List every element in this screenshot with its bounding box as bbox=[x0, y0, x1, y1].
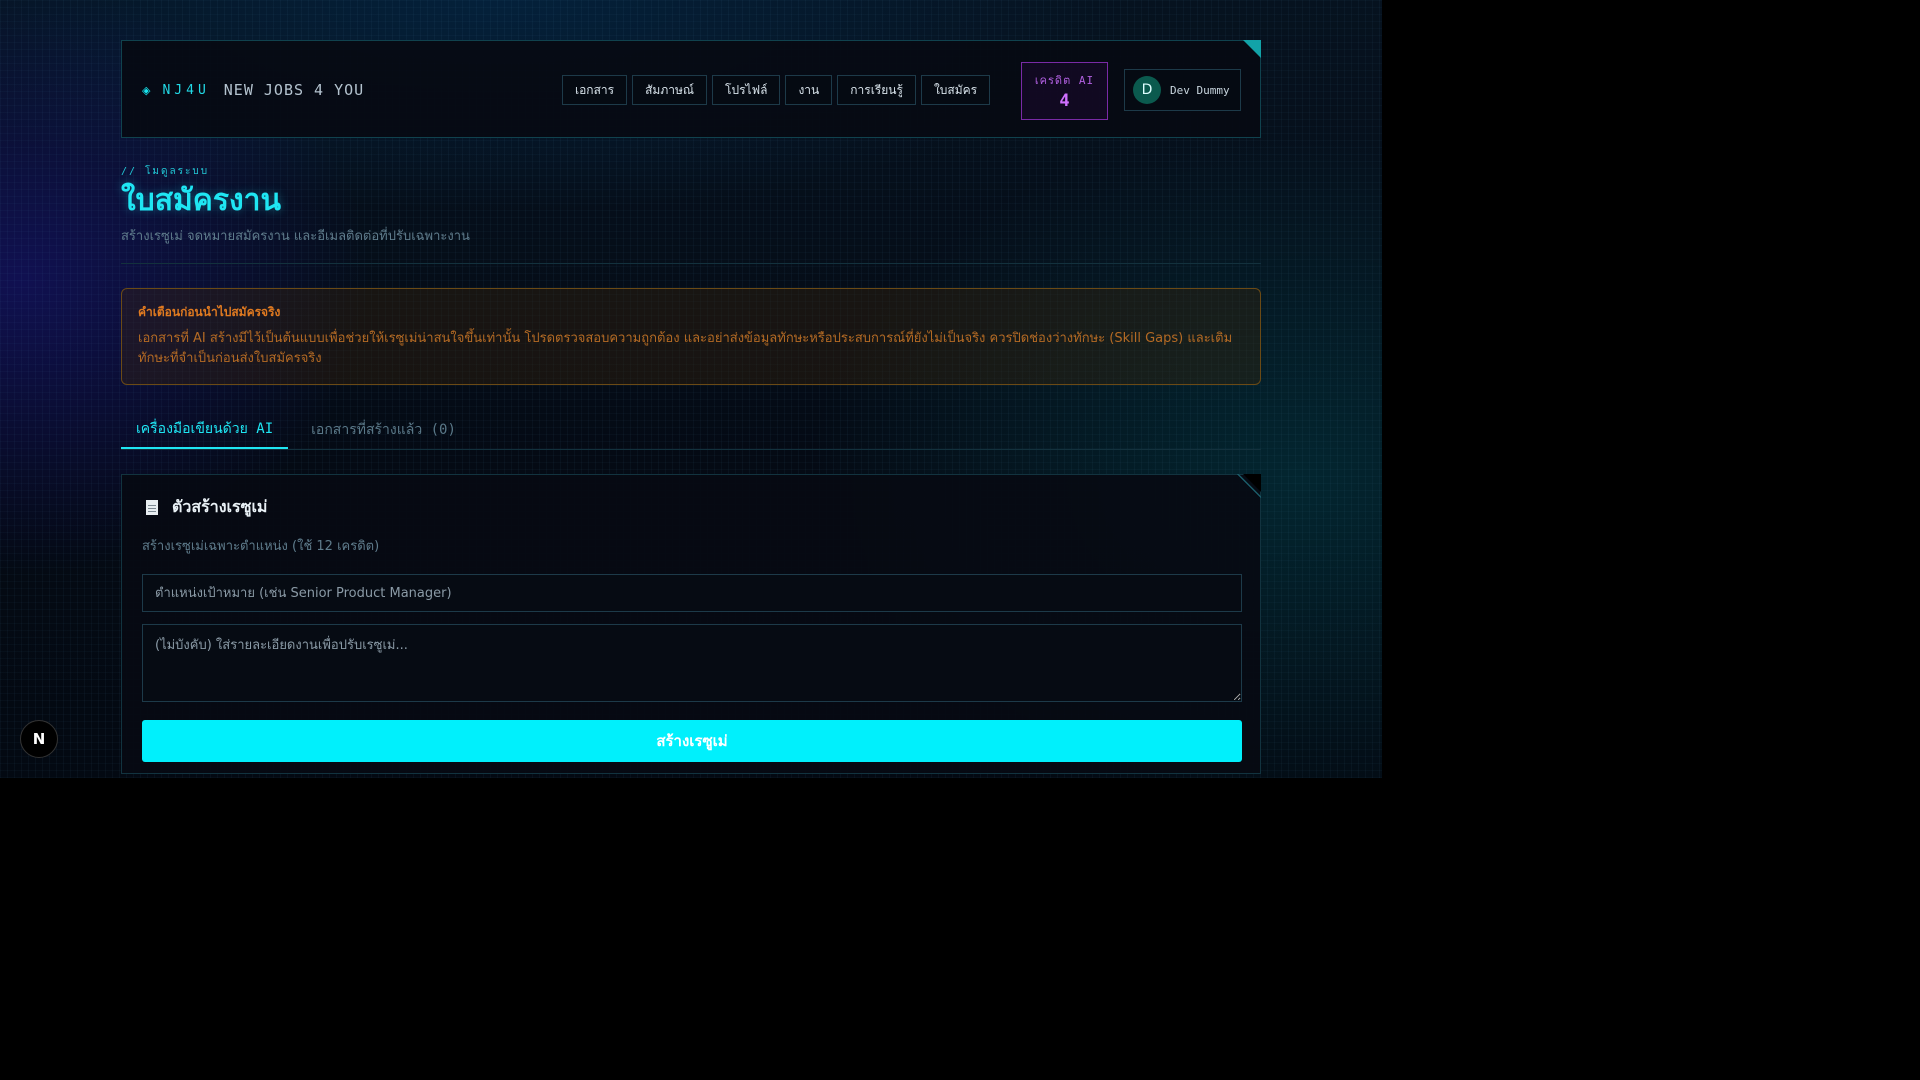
document-icon bbox=[146, 499, 158, 515]
nav-item-profile[interactable]: โปรไฟล์ bbox=[712, 75, 781, 105]
card-corner-line bbox=[1237, 474, 1261, 498]
warning-banner: คำเตือนก่อนนำไปสมัครจริง เอกสารที่ AI สร… bbox=[121, 288, 1261, 385]
tab-generated-documents[interactable]: เอกสารที่สร้างแล้ว (0) bbox=[296, 411, 471, 449]
warning-title: คำเตือนก่อนนำไปสมัครจริง bbox=[138, 305, 281, 319]
brand-logo[interactable]: ◈ NJ4U NEW JOBS 4 YOU bbox=[142, 41, 364, 139]
brand-name: NEW JOBS 4 YOU bbox=[223, 81, 365, 99]
nav-item-jobs[interactable]: งาน bbox=[785, 75, 833, 105]
page-eyebrow: // โมดูลระบบ bbox=[121, 166, 210, 177]
card-title: ตัวสร้างเรซูเม่ bbox=[172, 496, 268, 516]
tab-bar: เครื่องมือเขียนด้วย AI เอกสารที่สร้างแล้… bbox=[121, 411, 1261, 450]
credits-label: เครดิต AI bbox=[1034, 74, 1095, 87]
n-logo-icon[interactable]: N bbox=[20, 720, 58, 758]
main-nav: เอกสาร สัมภาษณ์ โปรไฟล์ งาน การเรียนรู้ … bbox=[562, 75, 991, 105]
user-name: Dev Dummy bbox=[1170, 83, 1230, 97]
resume-builder-card: ตัวสร้างเรซูเม่ สร้างเรซูเม่เฉพาะตำแหน่ง… bbox=[121, 474, 1261, 774]
page-subtitle: สร้างเรซูเม่ จดหมายสมัครงาน และอีเมลติดต… bbox=[121, 229, 470, 244]
avatar: D bbox=[1133, 76, 1161, 104]
warning-body: เอกสารที่ AI สร้างมีไว้เป็นต้นแบบเพื่อช่… bbox=[138, 331, 1233, 366]
credits-value: 4 bbox=[1059, 91, 1070, 111]
header-corner-accent bbox=[1243, 40, 1261, 58]
job-description-textarea[interactable] bbox=[142, 624, 1242, 702]
main-container: ◈ NJ4U NEW JOBS 4 YOU เอกสาร สัมภาษณ์ โป… bbox=[121, 40, 1261, 774]
app-window: ◈ NJ4U NEW JOBS 4 YOU เอกสาร สัมภาษณ์ โป… bbox=[0, 0, 1382, 778]
card-header: ตัวสร้างเรซูเม่ bbox=[142, 495, 1240, 519]
section-divider bbox=[121, 263, 1261, 264]
nav-item-interview[interactable]: สัมภาษณ์ bbox=[632, 75, 708, 105]
top-header: ◈ NJ4U NEW JOBS 4 YOU เอกสาร สัมภาษณ์ โป… bbox=[121, 40, 1261, 138]
tab-ai-writer[interactable]: เครื่องมือเขียนด้วย AI bbox=[121, 411, 289, 449]
page-title: ใบสมัครงาน bbox=[121, 183, 281, 218]
nav-item-documents[interactable]: เอกสาร bbox=[562, 75, 628, 105]
diamond-icon: ◈ bbox=[142, 83, 151, 97]
ai-credits-badge: เครดิต AI 4 bbox=[1021, 62, 1108, 120]
target-position-input[interactable] bbox=[142, 574, 1242, 612]
card-description: สร้างเรซูเม่เฉพาะตำแหน่ง (ใช้ 12 เครดิต) bbox=[142, 539, 380, 554]
create-resume-button[interactable]: สร้างเรซูเม่ bbox=[142, 720, 1242, 762]
page-header: // โมดูลระบบ ใบสมัครงาน สร้างเรซูเม่ จดห… bbox=[121, 164, 1261, 246]
nav-item-applications[interactable]: ใบสมัคร bbox=[920, 75, 991, 105]
brand-code: NJ4U bbox=[162, 82, 210, 98]
user-menu-button[interactable]: D Dev Dummy bbox=[1124, 69, 1241, 111]
nav-item-learning[interactable]: การเรียนรู้ bbox=[837, 75, 916, 105]
